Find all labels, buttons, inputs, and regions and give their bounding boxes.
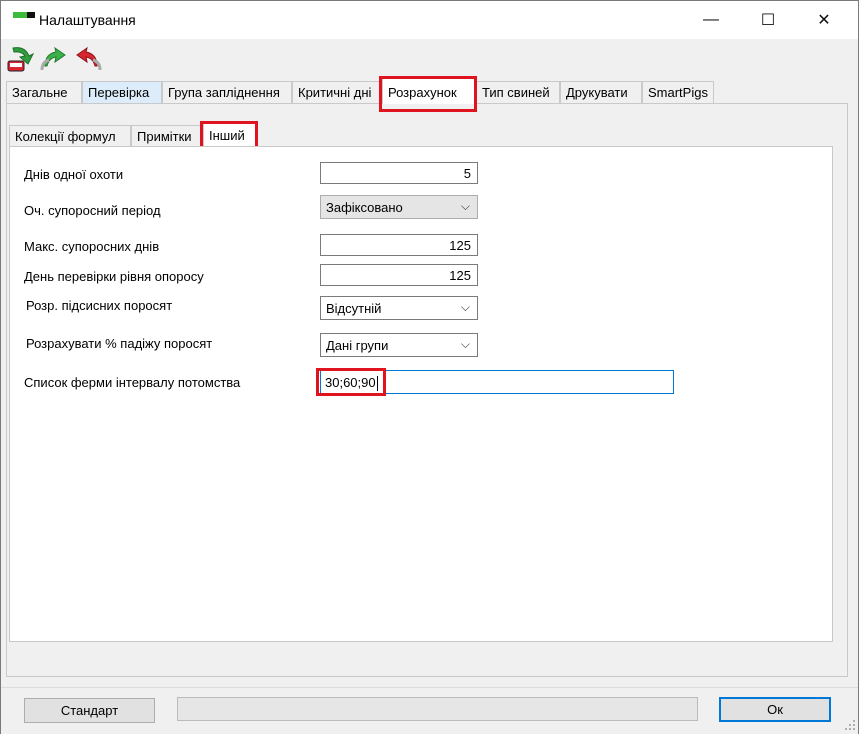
default-button[interactable]: Стандарт [24,698,155,723]
nursing-piglets-label: Розр. підсисних поросят [26,298,173,313]
tab-check[interactable]: Перевірка [82,81,162,103]
farrowing-check-day-label: День перевірки рівня опоросу [24,269,204,284]
close-button[interactable]: ✕ [801,1,847,39]
chevron-down-icon: ⌵ [460,337,470,351]
expected-gestation-select[interactable]: Зафіксовано ⌵ [320,195,478,219]
tab-pig-type[interactable]: Тип свиней [476,81,560,103]
chevron-down-icon: ⌵ [460,300,470,314]
progress-bar [177,697,698,721]
expected-gestation-value: Зафіксовано [326,200,403,215]
other-tab-panel [9,146,833,642]
max-gestation-days-field[interactable]: 125 [320,234,478,256]
tab-general[interactable]: Загальне [6,81,82,103]
forward-green-icon[interactable] [39,44,69,74]
resize-grip-icon[interactable] [844,719,856,731]
tab-critical-days[interactable]: Критичні дні [292,81,382,103]
title-bar: Налаштування — ☐ ✕ [1,1,858,39]
settings-window: Налаштування — ☐ ✕ Загальне Перевірка Гр… [0,0,859,734]
toolbar [1,40,858,78]
save-icon[interactable] [5,44,35,74]
offspring-interval-label: Список ферми інтервалу потомства [24,375,241,390]
tab-print[interactable]: Друкувати [560,81,642,103]
nursing-piglets-value: Відсутній [326,301,382,316]
max-gestation-days-label: Макс. супоросних днів [24,239,160,254]
ok-button[interactable]: Ок [719,697,831,722]
tab-insemination-group[interactable]: Група запліднення [162,81,292,103]
heat-days-label: Днів одної охоти [24,167,124,182]
nursing-piglets-select[interactable]: Відсутній ⌵ [320,296,478,320]
app-icon [13,12,35,20]
heat-days-field[interactable]: 5 [320,162,478,184]
back-red-icon[interactable] [73,44,103,74]
piglet-mortality-label: Розрахувати % падіжу поросят [26,336,213,351]
maximize-button[interactable]: ☐ [745,1,791,39]
piglet-mortality-value: Дані групи [326,338,389,353]
expected-gestation-label: Оч. супоросний період [24,203,161,218]
piglet-mortality-select[interactable]: Дані групи ⌵ [320,333,478,357]
tab-formula-collections[interactable]: Колекції формул [9,125,131,146]
tab-other[interactable]: Інший [203,122,257,146]
text-caret [376,376,378,392]
chevron-down-icon: ⌵ [460,199,470,213]
tab-calculation[interactable]: Розрахунок [382,78,476,104]
minimize-button[interactable]: — [688,1,734,39]
window-title: Налаштування [39,12,136,28]
tab-smartpigs[interactable]: SmartPigs [642,81,714,103]
farrowing-check-day-field[interactable]: 125 [320,264,478,286]
offspring-interval-input[interactable]: 30;60;90 [320,370,674,394]
offspring-interval-value: 30;60;90 [325,375,376,390]
tab-notes[interactable]: Примітки [131,125,203,146]
